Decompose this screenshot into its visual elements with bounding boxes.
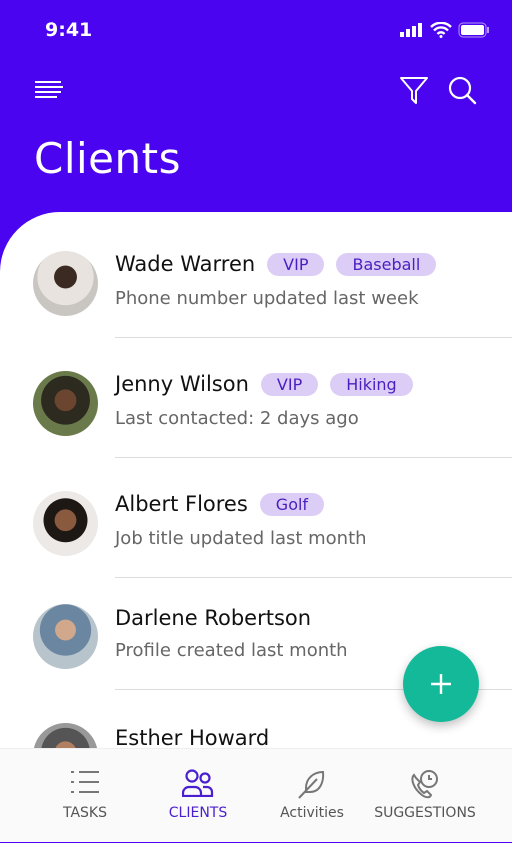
tab-activities[interactable]: Activities — [248, 749, 376, 843]
tab-suggestions[interactable]: SUGGESTIONS — [361, 749, 489, 843]
tab-label: CLIENTS — [168, 805, 228, 821]
client-name: Jenny Wilson — [115, 372, 249, 396]
tab-label: SUGGESTIONS — [374, 805, 476, 821]
client-subtitle: Last contacted: 2 days ago — [115, 408, 359, 429]
add-client-button[interactable] — [403, 646, 479, 722]
tab-clients[interactable]: CLIENTS — [134, 749, 262, 843]
menu-icon[interactable] — [35, 80, 63, 100]
tag-badge: Baseball — [336, 252, 437, 276]
feather-icon — [298, 770, 325, 799]
search-icon[interactable] — [448, 76, 478, 106]
avatar — [33, 604, 98, 669]
page-title: Clients — [34, 134, 181, 183]
client-subtitle: Job title updated last month — [115, 528, 367, 549]
tag-badge: VIP — [267, 252, 325, 276]
tag-badge: VIP — [260, 372, 319, 396]
avatar — [33, 251, 98, 316]
wifi-icon — [430, 22, 452, 38]
client-row[interactable]: Jenny Wilson VIP Hiking Last contacted: 2 … — [0, 338, 512, 458]
client-name: Esther Howard — [115, 726, 270, 750]
client-row[interactable]: Albert Flores Golf Job title updated last… — [0, 458, 512, 578]
users-icon — [182, 769, 214, 797]
client-name: Wade Warren — [115, 252, 256, 276]
client-subtitle: Profile created last month — [115, 640, 348, 661]
tab-label: Activities — [280, 805, 344, 821]
plus-icon — [431, 674, 451, 694]
tag-badge: Golf — [259, 492, 325, 516]
status-bar: 9:41 — [0, 0, 512, 60]
phone-clock-icon — [411, 770, 438, 799]
filter-icon[interactable] — [399, 76, 429, 106]
status-time: 9:41 — [45, 19, 93, 41]
client-name: Darlene Robertson — [115, 606, 312, 630]
client-subtitle: Phone number updated last week — [115, 288, 419, 309]
signal-icon — [400, 23, 422, 37]
tab-label: TASKS — [63, 805, 107, 821]
list-icon — [71, 771, 99, 793]
tag-badge: Hiking — [330, 372, 413, 396]
client-row[interactable]: Wade Warren VIP Baseball Phone number upda… — [0, 218, 512, 338]
bottom-nav: TASKS CLIENTS Activities SUGGESTIONS — [0, 748, 512, 842]
battery-icon — [458, 22, 489, 38]
avatar — [33, 491, 98, 556]
avatar — [33, 371, 98, 436]
tab-tasks[interactable]: TASKS — [21, 749, 149, 843]
client-name: Albert Flores — [115, 492, 248, 516]
